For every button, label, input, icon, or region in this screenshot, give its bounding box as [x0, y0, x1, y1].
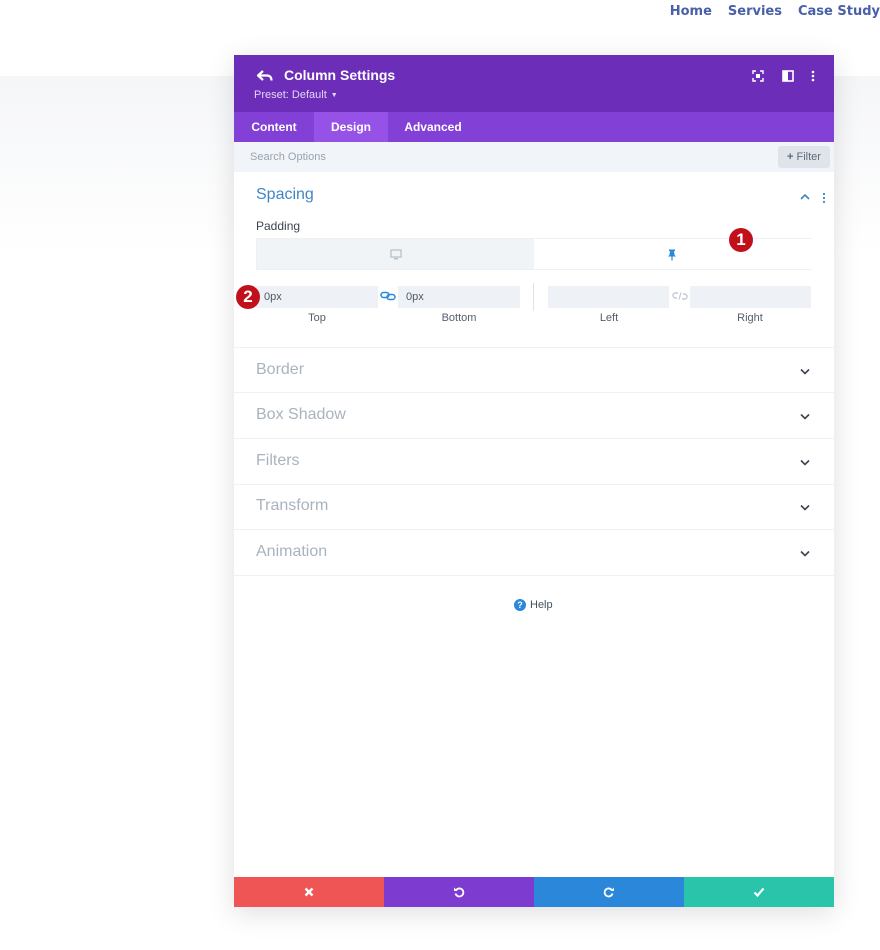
check-icon [753, 887, 765, 898]
desktop-tab[interactable] [257, 239, 534, 269]
chevron-down-icon[interactable] [800, 550, 810, 557]
chevron-down-icon[interactable] [800, 368, 810, 375]
more-vertical-icon[interactable] [806, 69, 820, 83]
group-title-transform[interactable]: Transform [256, 497, 328, 515]
filter-button[interactable]: + Filter [778, 146, 830, 168]
nav-link-home[interactable]: Home [670, 4, 712, 19]
column-settings-modal: Column Settings Preset: Default ▼ Content… [234, 55, 834, 907]
undo-icon [454, 887, 465, 898]
chevron-down-icon[interactable] [800, 413, 810, 420]
redo-icon [603, 887, 614, 898]
footer-action-bar [234, 877, 834, 907]
padding-bottom-caption: Bottom [441, 312, 477, 324]
padding-top-input[interactable] [256, 286, 378, 308]
caret-down-icon: ▼ [330, 91, 338, 99]
tab-bar: Content Design Advanced [234, 112, 834, 142]
padding-left-caption: Left [599, 312, 619, 324]
device-switcher [256, 238, 811, 270]
tab-advanced[interactable]: Advanced [388, 112, 478, 142]
site-nav: Home Servies Case Study [670, 4, 880, 19]
back-arrow-icon[interactable] [256, 68, 274, 84]
close-icon [304, 887, 314, 897]
group-divider [234, 438, 834, 439]
search-bar: +Filter [234, 142, 834, 172]
padding-left-input[interactable] [548, 286, 669, 308]
group-divider [234, 484, 834, 485]
fullscreen-icon[interactable] [751, 69, 765, 83]
annotation-badge-2: 2 [236, 285, 260, 309]
chevron-down-icon[interactable] [800, 504, 810, 511]
help-icon: ? [514, 599, 526, 612]
preset-selector[interactable]: Preset: Default ▼ [254, 89, 338, 101]
undo-button[interactable] [384, 877, 534, 907]
group-divider [234, 392, 834, 393]
group-title-spacing[interactable]: Spacing [256, 186, 314, 204]
chevron-down-icon[interactable] [800, 459, 810, 466]
group-title-animation[interactable]: Animation [256, 543, 327, 561]
annotation-badge-1: 1 [729, 228, 753, 252]
padding-right-input[interactable] [690, 286, 811, 308]
group-options-icon[interactable] [822, 192, 826, 204]
group-title-border[interactable]: Border [256, 361, 304, 379]
group-divider [234, 347, 834, 348]
link-icon[interactable] [380, 291, 396, 301]
padding-label: Padding [256, 219, 301, 233]
pinned-tab[interactable] [535, 239, 811, 269]
padding-bottom-input[interactable] [398, 286, 520, 308]
discard-button[interactable] [234, 877, 384, 907]
modal-header: Column Settings Preset: Default ▼ [234, 55, 834, 112]
tab-content[interactable]: Content [234, 112, 314, 142]
help-label: Help [530, 599, 553, 611]
group-divider [234, 529, 834, 530]
save-button[interactable] [684, 877, 834, 907]
modal-title: Column Settings [284, 67, 396, 83]
preset-label: Preset: Default [254, 89, 327, 101]
chevron-up-icon[interactable] [800, 193, 810, 200]
filter-label: Filter [796, 151, 821, 163]
nav-link-services[interactable]: Servies [728, 4, 782, 19]
help-link[interactable]: ? Help [514, 599, 553, 613]
nav-link-case-study[interactable]: Case Study [798, 4, 880, 19]
group-title-box-shadow[interactable]: Box Shadow [256, 406, 346, 424]
tab-design[interactable]: Design [314, 112, 388, 142]
redo-button[interactable] [534, 877, 684, 907]
plus-icon: + [787, 151, 794, 163]
divider [533, 283, 534, 311]
padding-right-caption: Right [737, 312, 763, 324]
unlink-icon[interactable] [672, 291, 688, 301]
split-view-icon[interactable] [781, 69, 795, 83]
padding-top-caption: Top [308, 312, 326, 324]
group-divider [234, 575, 834, 576]
pin-icon [668, 249, 676, 261]
group-title-filters[interactable]: Filters [256, 452, 300, 470]
desktop-icon [390, 249, 402, 260]
search-options-input[interactable] [250, 147, 670, 167]
